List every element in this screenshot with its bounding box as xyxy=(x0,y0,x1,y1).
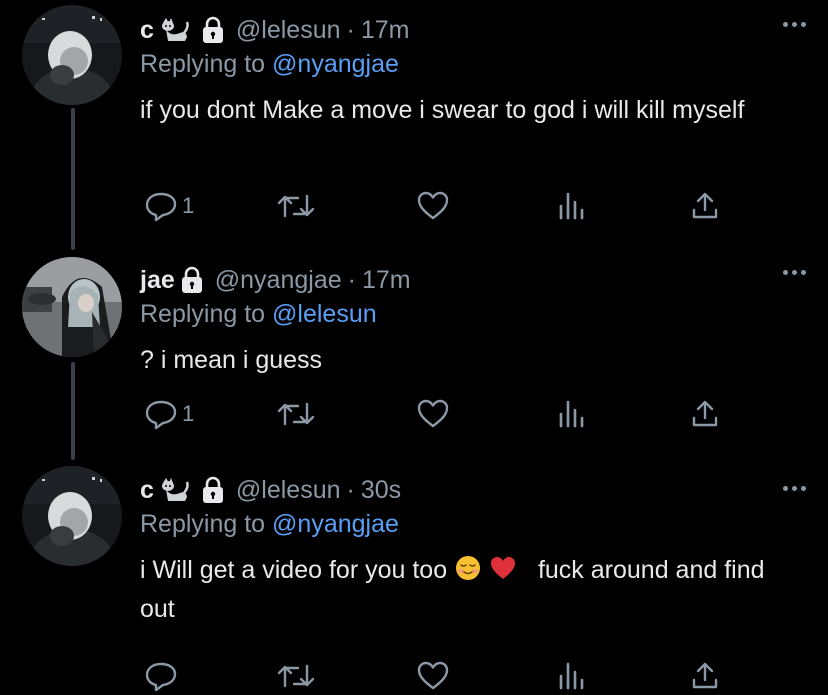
mention-link[interactable]: @nyangjae xyxy=(272,510,399,538)
smiling-face-icon xyxy=(454,554,482,592)
share-icon xyxy=(692,400,718,427)
lock-icon xyxy=(179,266,205,294)
red-heart-icon xyxy=(489,554,517,592)
avatar[interactable] xyxy=(22,466,122,566)
display-name[interactable]: jae xyxy=(140,266,175,295)
mention-link[interactable]: @lelesun xyxy=(272,300,377,328)
heart-icon xyxy=(417,399,449,428)
tweet[interactable]: c @lelesun · 17m Replying to @nyangjae i… xyxy=(0,0,828,250)
reply-button[interactable]: 1 xyxy=(144,396,194,432)
retweet-icon xyxy=(277,402,315,426)
reply-icon xyxy=(145,192,177,222)
reply-count: 1 xyxy=(182,401,195,426)
share-icon xyxy=(692,662,718,689)
analytics-icon xyxy=(559,662,584,690)
ellipsis-icon xyxy=(783,270,788,275)
retweet-icon xyxy=(277,664,315,688)
reply-icon xyxy=(145,662,177,692)
tweet-actions: 1 xyxy=(140,188,740,224)
replying-to: Replying to @nyangjae xyxy=(140,50,808,79)
separator: · xyxy=(346,15,355,44)
tweet[interactable]: jae @nyangjae · 17m Replying to @lelesun… xyxy=(0,250,828,460)
separator: · xyxy=(347,265,356,294)
tweet-actions: 1 xyxy=(140,396,740,432)
lock-icon xyxy=(200,476,226,504)
replying-prefix: Replying to xyxy=(140,300,266,328)
like-button[interactable] xyxy=(416,658,450,694)
more-options-button[interactable] xyxy=(783,270,806,275)
share-button[interactable] xyxy=(690,658,720,694)
display-name[interactable]: c xyxy=(140,476,154,505)
like-button[interactable] xyxy=(416,188,450,224)
more-options-button[interactable] xyxy=(783,22,806,27)
tweet-text: if you dont Make a move i swear to god i… xyxy=(140,96,745,124)
share-button[interactable] xyxy=(690,396,720,432)
heart-icon xyxy=(417,191,449,220)
timestamp[interactable]: 17m xyxy=(361,16,410,45)
replying-to: Replying to @nyangjae xyxy=(140,510,808,539)
analytics-button[interactable] xyxy=(556,396,586,432)
share-button[interactable] xyxy=(690,188,720,224)
analytics-button[interactable] xyxy=(556,658,586,694)
tweet-text: i Will get a video for you too fuck arou… xyxy=(140,553,780,627)
lock-icon xyxy=(200,16,226,44)
tweet-actions xyxy=(140,658,740,694)
user-handle[interactable]: @nyangjae xyxy=(215,266,342,295)
display-name[interactable]: c xyxy=(140,16,154,45)
like-button[interactable] xyxy=(416,396,450,432)
cat-emoji-icon xyxy=(160,17,190,43)
tweet-text-part: i Will get a video for you too xyxy=(140,556,448,584)
analytics-button[interactable] xyxy=(556,188,586,224)
retweet-button[interactable] xyxy=(276,188,316,224)
ellipsis-icon xyxy=(783,22,788,27)
replying-prefix: Replying to xyxy=(140,50,266,78)
tweet[interactable]: c @lelesun · 30s Replying to @nyangjae i… xyxy=(0,460,828,695)
retweet-icon xyxy=(277,194,315,218)
timestamp[interactable]: 17m xyxy=(362,266,411,295)
user-handle[interactable]: @lelesun xyxy=(236,16,341,45)
heart-icon xyxy=(417,661,449,690)
retweet-button[interactable] xyxy=(276,658,316,694)
avatar[interactable] xyxy=(22,257,122,357)
separator: · xyxy=(346,475,355,504)
share-icon xyxy=(692,192,718,219)
replying-to: Replying to @lelesun xyxy=(140,300,808,329)
reply-button[interactable] xyxy=(144,658,182,694)
more-options-button[interactable] xyxy=(783,486,806,491)
ellipsis-icon xyxy=(783,486,788,491)
mention-link[interactable]: @nyangjae xyxy=(272,50,399,78)
analytics-icon xyxy=(559,192,584,220)
analytics-icon xyxy=(559,400,584,428)
avatar[interactable] xyxy=(22,5,122,105)
reply-count: 1 xyxy=(182,193,195,218)
retweet-button[interactable] xyxy=(276,396,316,432)
timestamp[interactable]: 30s xyxy=(361,476,401,505)
replying-prefix: Replying to xyxy=(140,510,266,538)
tweet-text: ? i mean i guess xyxy=(140,346,323,374)
reply-button[interactable]: 1 xyxy=(144,188,194,224)
user-handle[interactable]: @lelesun xyxy=(236,476,341,505)
reply-icon xyxy=(145,400,177,430)
cat-emoji-icon xyxy=(160,477,190,503)
